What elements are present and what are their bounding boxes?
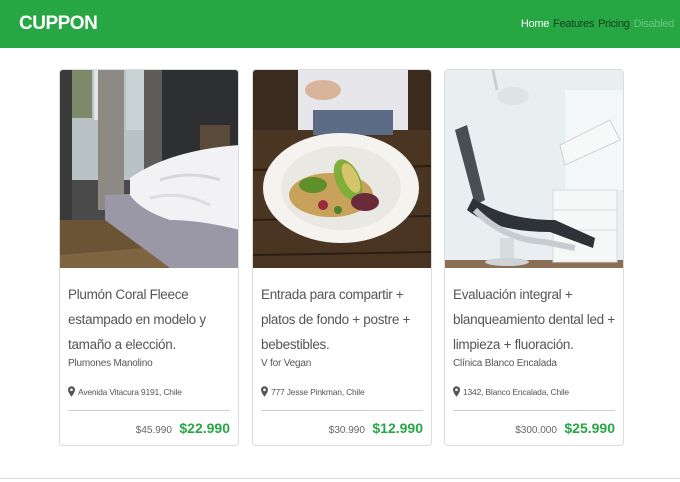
new-price: $22.990 [179, 420, 230, 436]
address: 1342, Blanco Encalada, Chile [453, 386, 615, 397]
deal-title[interactable]: Plumón Coral Fleece estampado en modelo … [68, 282, 230, 357]
card-body: Entrada para compartir + platos de fondo… [253, 268, 431, 445]
new-price: $12.990 [372, 420, 423, 436]
old-price: $45.990 [135, 425, 172, 436]
nav-features-link[interactable]: Features [553, 18, 594, 30]
nav-pricing-link[interactable]: Pricing [598, 18, 630, 30]
deal-title[interactable]: Evaluación integral + blanqueamiento den… [453, 282, 615, 357]
location-pin-icon [453, 386, 460, 397]
card-body: Plumón Coral Fleece estampado en modelo … [60, 268, 238, 445]
vendor-name: Plumones Manolino [68, 358, 153, 369]
deal-card[interactable]: Plumón Coral Fleece estampado en modelo … [59, 69, 239, 446]
brand-logo[interactable]: CUPPON [19, 13, 98, 35]
new-price: $25.990 [564, 420, 615, 436]
address: 777 Jesse Pinkman, Chile [261, 386, 423, 397]
price-row: $30.990 $12.990 [261, 411, 423, 445]
address: Avenida Vitacura 9191, Chile [68, 386, 230, 397]
price-row: $45.990 $22.990 [68, 411, 230, 445]
nav-home-link[interactable]: Home [521, 18, 549, 30]
address-text: 777 Jesse Pinkman, Chile [271, 386, 365, 397]
deal-title[interactable]: Entrada para compartir + platos de fondo… [261, 282, 423, 357]
dental-chair-photo[interactable] [445, 70, 623, 268]
old-price: $300.000 [515, 425, 557, 436]
vendor-name: V for Vegan [261, 358, 312, 369]
price-row: $300.000 $25.990 [453, 411, 615, 445]
vendor-name: Clínica Blanco Encalada [453, 358, 557, 369]
card-body: Evaluación integral + blanqueamiento den… [445, 268, 623, 445]
old-price: $30.990 [328, 425, 365, 436]
bedroom-photo[interactable] [60, 70, 238, 268]
location-pin-icon [261, 386, 268, 397]
location-pin-icon [68, 386, 75, 397]
salad-photo[interactable] [253, 70, 431, 268]
footer-divider [0, 478, 680, 479]
navbar: CUPPON Home Features Pricing Disabled [0, 0, 680, 48]
address-text: 1342, Blanco Encalada, Chile [463, 386, 569, 397]
deal-card[interactable]: Entrada para compartir + platos de fondo… [252, 69, 432, 446]
deal-card[interactable]: Evaluación integral + blanqueamiento den… [444, 69, 624, 446]
address-text: Avenida Vitacura 9191, Chile [78, 386, 182, 397]
nav-disabled-link: Disabled [633, 18, 675, 30]
nav-links: Home Features Pricing Disabled [521, 18, 674, 30]
